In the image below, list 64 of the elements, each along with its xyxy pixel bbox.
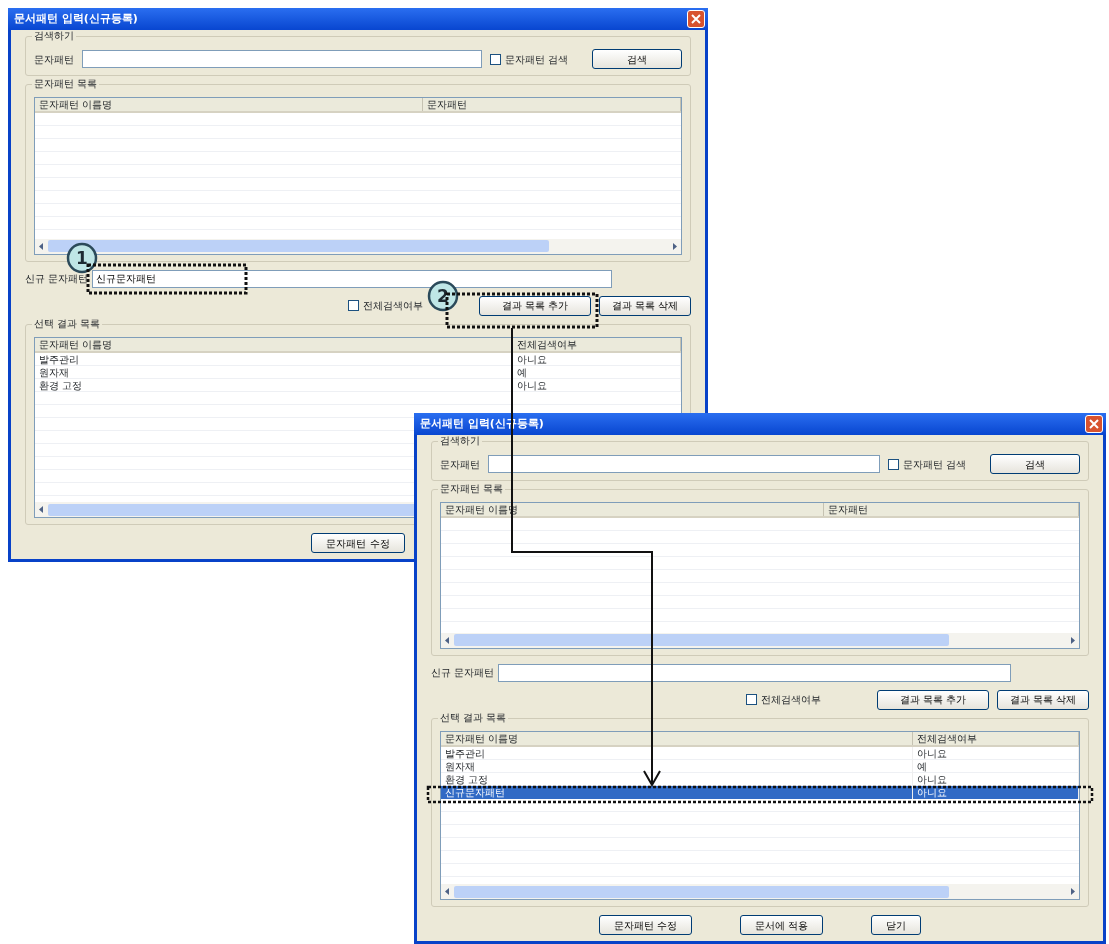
column-header[interactable]: 문자패턴 이름명 (35, 337, 514, 351)
search-field[interactable] (488, 455, 880, 473)
footer-button[interactable]: 닫기 (871, 915, 922, 935)
search-button[interactable]: 검색 (592, 49, 682, 69)
checkbox[interactable] (887, 458, 899, 470)
footer-button[interactable]: 문자패턴 수정 (311, 533, 405, 553)
scrollbar-thumb[interactable] (454, 634, 949, 647)
right-arrow-icon (1068, 636, 1077, 645)
list-row[interactable]: 발주관리 아니요 (441, 747, 1079, 760)
right-arrow-icon (670, 241, 679, 251)
left-arrow-icon (443, 636, 452, 645)
left-arrow-icon (443, 887, 452, 896)
list-row[interactable]: 원자재 예 (441, 760, 1079, 773)
list-row[interactable]: 환경 고정 아니요 (441, 773, 1079, 786)
text-field[interactable] (498, 664, 1012, 682)
checkbox[interactable] (489, 53, 501, 65)
scrollbar-thumb[interactable] (48, 240, 549, 253)
list-row[interactable]: 신규문자패턴 아니요 (441, 786, 1079, 799)
action-button[interactable]: 결과 목록 추가 (877, 690, 989, 710)
checkbox[interactable] (348, 300, 359, 312)
group-label: 문자패턴 목록 (438, 483, 506, 495)
left-arrow-icon (37, 505, 46, 514)
close-icon (1089, 419, 1099, 429)
column-header[interactable]: 문자패턴 이름명 (441, 732, 914, 745)
footer-button[interactable]: 문자패턴 수정 (598, 915, 692, 935)
column-header[interactable]: 문자패턴 (422, 98, 681, 111)
group-label: 검색하기 (32, 30, 76, 42)
step-number-badge: 1 (66, 242, 98, 274)
action-button[interactable]: 결과 목록 삭제 (997, 690, 1089, 710)
list-row[interactable]: 환경 고정 아니요 (35, 378, 681, 392)
search-field[interactable] (82, 50, 482, 68)
column-header[interactable]: 문자패턴 (823, 503, 1079, 516)
field-label: 신규 문자패턴 (431, 666, 495, 681)
field-label: 신규 문자패턴 (25, 272, 89, 287)
list-row[interactable]: 원자재 예 (35, 365, 681, 379)
horizontal-scrollbar[interactable] (441, 884, 1079, 899)
column-header[interactable]: 전체검색여부 (513, 337, 681, 351)
column-header[interactable]: 문자패턴 이름명 (35, 98, 423, 111)
column-header[interactable]: 전체검색여부 (913, 732, 1079, 745)
checkbox-label: 문자패턴 검색 (902, 457, 966, 472)
text-field[interactable]: 신규문자패턴 (92, 269, 612, 288)
checkbox-label: 전체검색여부 (761, 693, 821, 708)
field-label: 문자패턴 (34, 52, 74, 67)
right-arrow-icon (1068, 887, 1077, 896)
left-arrow-icon (37, 241, 46, 251)
checkbox-label: 문자패턴 검색 (504, 52, 568, 67)
search-button[interactable]: 검색 (990, 454, 1080, 474)
close-icon (691, 14, 701, 24)
step-number-badge: 2 (427, 280, 459, 312)
action-button[interactable]: 결과 목록 추가 (479, 295, 591, 316)
close-button[interactable] (1085, 415, 1103, 433)
group-label: 문자패턴 목록 (32, 78, 100, 90)
checkbox-label: 전체검색여부 (363, 299, 423, 314)
group-label: 선택 결과 목록 (32, 317, 103, 330)
scrollbar-thumb[interactable] (454, 885, 949, 898)
group-label: 선택 결과 목록 (438, 712, 509, 724)
action-button[interactable]: 결과 목록 삭제 (599, 295, 691, 316)
window-title: 문서패턴 입력(신규등록) (14, 10, 138, 27)
close-button[interactable] (687, 10, 705, 28)
field-label: 문자패턴 (440, 457, 480, 472)
footer-button[interactable]: 문서에 적용 (740, 915, 824, 935)
checkbox[interactable] (746, 694, 757, 706)
list-row[interactable]: 발주관리 아니요 (35, 352, 681, 366)
group-label: 검색하기 (438, 435, 482, 447)
